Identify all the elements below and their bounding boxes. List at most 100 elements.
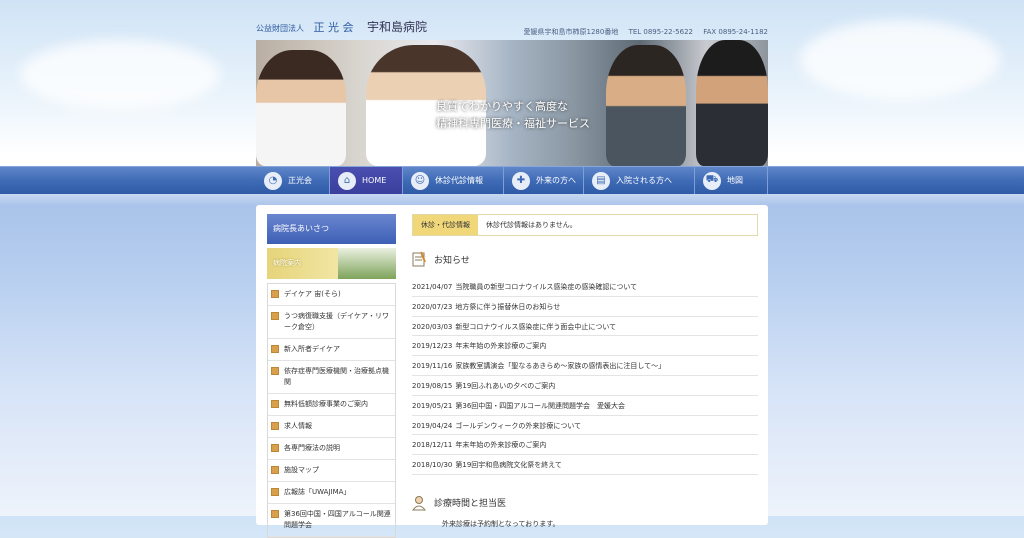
nav-home[interactable]: ⌂ HOME bbox=[329, 167, 402, 194]
notice-tag: 休診・代診情報 bbox=[413, 215, 478, 235]
sidebar-menu: デイケア 宙(そら) うつ病復職支援（デイケア・リワーク倉空） 新入所者デイケア… bbox=[267, 283, 396, 538]
org-prefix: 公益財団法人 bbox=[256, 24, 304, 33]
hero-banner: 良質でわかりやすく高度な 精神科専門医療・福祉サービス bbox=[256, 40, 768, 166]
news-title: お知らせ bbox=[434, 255, 470, 266]
cloud bbox=[800, 20, 1000, 100]
news-date: 2019/12/23 bbox=[412, 342, 453, 351]
news-date: 2018/10/30 bbox=[412, 461, 453, 470]
bullet-icon bbox=[271, 312, 279, 320]
news-item[interactable]: 2020/03/03 新型コロナウイルス感染症に伴う面会中止について bbox=[412, 317, 758, 337]
news-item[interactable]: 2019/04/24 ゴールデンウィークの外来診療について bbox=[412, 416, 758, 436]
logo-icon: ◔ bbox=[264, 171, 282, 190]
news-text: 家族教室講演会「聖なるあきらめ～家族の感情表出に注目して～」 bbox=[455, 362, 666, 371]
schedule-heading: 診療時間と担当医 bbox=[412, 495, 758, 511]
news-item[interactable]: 2021/04/07 当院職員の新型コロナウイルス感染症の感染確認について bbox=[412, 277, 758, 297]
tagline-line: 良質でわかりやすく高度な bbox=[436, 100, 568, 113]
news-item[interactable]: 2018/10/30 第19回宇和島病院文化祭を終えて bbox=[412, 455, 758, 475]
sidebar-item-label: 新入所者デイケア bbox=[284, 345, 340, 353]
news-text: 第36回中国・四国アルコール関連問題学会 愛媛大会 bbox=[455, 401, 626, 410]
news-date: 2019/11/16 bbox=[412, 362, 453, 371]
bullet-icon bbox=[271, 466, 279, 474]
news-item[interactable]: 2019/05/21 第36回中国・四国アルコール関連問題学会 愛媛大会 bbox=[412, 396, 758, 416]
address: 愛媛県宇和島市柿原1280番地 bbox=[523, 28, 619, 36]
news-date: 2021/04/07 bbox=[412, 283, 453, 291]
bullet-icon bbox=[271, 290, 279, 298]
main-nav: ◔ 正光会 ⌂ HOME ☺ 休診代診情報 ✚ 外来の方へ ▤ 入院される方へ … bbox=[0, 166, 1024, 194]
tagline-line: 精神科専門医療・福祉サービス bbox=[436, 117, 590, 130]
hero-tagline: 良質でわかりやすく高度な 精神科専門医療・福祉サービス bbox=[436, 98, 590, 132]
car-icon: ⛟ bbox=[703, 171, 721, 190]
nav-closure-info[interactable]: ☺ 休診代診情報 bbox=[402, 167, 503, 194]
nav-label: 外来の方へ bbox=[536, 176, 576, 185]
director-greeting-link[interactable]: 病院長あいさつ bbox=[267, 214, 396, 244]
sidebar-item[interactable]: 依存症専門医療機関・治療拠点機関 bbox=[268, 361, 395, 394]
schedule-title: 診療時間と担当医 bbox=[434, 499, 507, 510]
notepad-icon bbox=[412, 251, 426, 267]
news-date: 2020/07/23 bbox=[412, 302, 453, 311]
notice-text: 休診代診情報はありません。 bbox=[486, 221, 577, 229]
closure-notice: 休診・代診情報 休診代診情報はありません。 bbox=[412, 214, 758, 236]
sidebar-item[interactable]: うつ病復職支援（デイケア・リワーク倉空） bbox=[268, 306, 395, 339]
staff-photo bbox=[606, 45, 686, 166]
sidebar-item[interactable]: 施設マップ bbox=[268, 460, 395, 482]
news-text: 新型コロナウイルス感染症に伴う面会中止について bbox=[455, 322, 617, 331]
org-logo[interactable]: 公益財団法人 正 光 会 宇和島病院 bbox=[256, 18, 427, 35]
news-item[interactable]: 2020/07/23 地方祭に伴う振替休日のお知らせ bbox=[412, 297, 758, 317]
news-text: 年末年始の外来診療のご案内 bbox=[455, 441, 547, 450]
sidebar-item-label: デイケア 宙(そら) bbox=[284, 290, 341, 298]
news-heading: お知らせ bbox=[412, 251, 758, 267]
news-date: 2019/08/15 bbox=[412, 381, 453, 390]
sidebar-item-label: 各専門療法の説明 bbox=[284, 444, 340, 452]
sidebar-item[interactable]: 第36回中国・四国アルコール関連問題学会 bbox=[268, 504, 395, 537]
sidebar-item[interactable]: 無料低額診療事業のご案内 bbox=[268, 394, 395, 416]
site-header: 公益財団法人 正 光 会 宇和島病院 愛媛県宇和島市柿原1280番地 TEL 0… bbox=[256, 0, 768, 40]
hospital-name: 宇和島病院 bbox=[367, 20, 428, 34]
staff-photo bbox=[256, 50, 346, 166]
fax: FAX 0895-24-1182 bbox=[703, 28, 768, 36]
hospital-guide-banner[interactable]: 病院案内 bbox=[267, 248, 396, 279]
outpatient-icon: ✚ bbox=[512, 171, 530, 190]
news-item[interactable]: 2019/08/15 第19回ふれあいの夕べのご案内 bbox=[412, 376, 758, 396]
sidebar-item-label: 無料低額診療事業のご案内 bbox=[284, 400, 368, 408]
news-date: 2019/04/24 bbox=[412, 421, 453, 430]
bullet-icon bbox=[271, 488, 279, 496]
nav-map[interactable]: ⛟ 地図 bbox=[694, 167, 768, 194]
news-text: 当院職員の新型コロナウイルス感染症の感染確認について bbox=[455, 283, 638, 291]
sidebar-item[interactable]: 広報誌「UWAJIMA」 bbox=[268, 482, 395, 504]
news-item[interactable]: 2019/11/16 家族教室講演会「聖なるあきらめ～家族の感情表出に注目して～」 bbox=[412, 356, 758, 376]
sidebar-item-label: 第36回中国・四国アルコール関連問題学会 bbox=[284, 510, 391, 529]
sidebar-item[interactable]: 求人情報 bbox=[268, 416, 395, 438]
doctor-icon: ☺ bbox=[411, 171, 429, 190]
nav-label: 地図 bbox=[727, 176, 743, 185]
news-text: 第19回宇和島病院文化祭を終えて bbox=[455, 461, 562, 470]
news-date: 2020/03/03 bbox=[412, 322, 453, 331]
sidebar-item[interactable]: 新入所者デイケア bbox=[268, 339, 395, 361]
news-text: 年末年始の外来診療のご案内 bbox=[455, 342, 547, 351]
sidebar-item[interactable]: 各専門療法の説明 bbox=[268, 438, 395, 460]
sidebar-item-label: 広報誌「UWAJIMA」 bbox=[284, 488, 351, 496]
bullet-icon bbox=[271, 367, 279, 375]
news-text: ゴールデンウィークの外来診療について bbox=[455, 421, 582, 430]
sidebar-item-label: 求人情報 bbox=[284, 422, 312, 430]
news-date: 2019/05/21 bbox=[412, 401, 453, 410]
nav-outpatient[interactable]: ✚ 外来の方へ bbox=[503, 167, 583, 194]
bullet-icon bbox=[271, 400, 279, 408]
nav-label: HOME bbox=[362, 176, 387, 185]
contact-info: 愛媛県宇和島市柿原1280番地 TEL 0895-22-5622 FAX 089… bbox=[516, 27, 769, 37]
schedule-note: 外来診療は予約制となっております。 bbox=[442, 519, 560, 528]
sidebar-item-label: 施設マップ bbox=[284, 466, 319, 474]
nav-shokokai[interactable]: ◔ 正光会 bbox=[256, 167, 329, 194]
bullet-icon bbox=[271, 444, 279, 452]
sidebar-item-label: うつ病復職支援（デイケア・リワーク倉空） bbox=[284, 312, 389, 331]
news-item[interactable]: 2018/12/11 年末年始の外来診療のご案内 bbox=[412, 435, 758, 456]
sidebar-item[interactable]: デイケア 宙(そら) bbox=[268, 284, 395, 306]
bullet-icon bbox=[271, 510, 279, 518]
bullet-icon bbox=[271, 345, 279, 353]
inpatient-icon: ▤ bbox=[592, 171, 610, 190]
doctor-icon bbox=[412, 495, 426, 511]
nav-inpatient[interactable]: ▤ 入院される方へ bbox=[583, 167, 694, 194]
org-name: 正 光 会 bbox=[313, 21, 354, 34]
nav-label: 入院される方へ bbox=[616, 176, 672, 185]
news-item[interactable]: 2019/12/23 年末年始の外来診療のご案内 bbox=[412, 336, 758, 357]
home-icon: ⌂ bbox=[338, 171, 356, 190]
